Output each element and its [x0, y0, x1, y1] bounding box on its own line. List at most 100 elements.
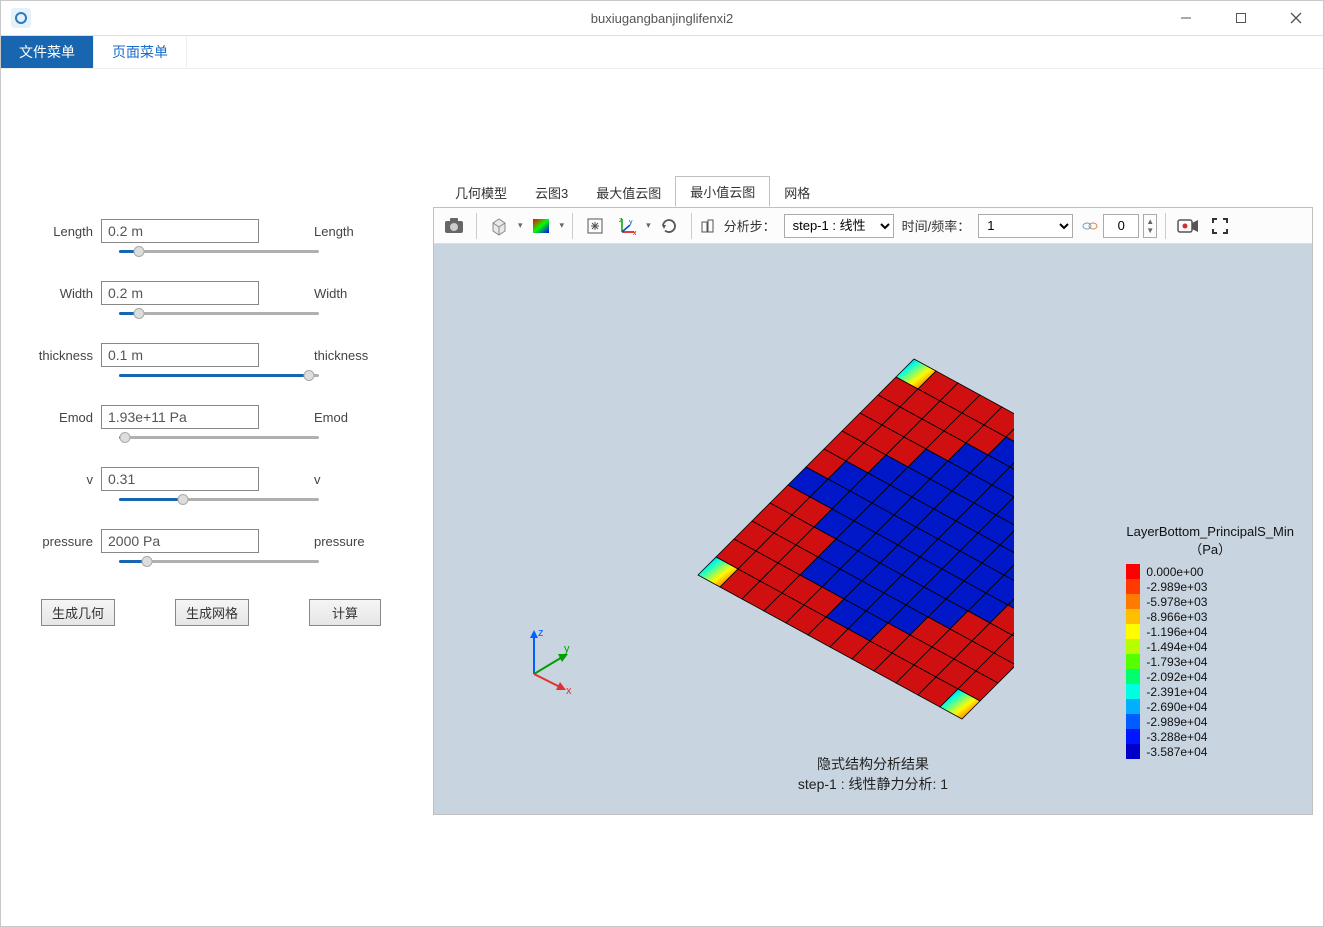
legend-swatch: [1126, 699, 1140, 714]
legend-value: -2.989e+03: [1146, 580, 1207, 594]
param-pressure-input[interactable]: [101, 529, 259, 553]
refresh-icon[interactable]: [655, 212, 683, 240]
param-pressure-slider[interactable]: [119, 555, 319, 569]
legend-value: -2.391e+04: [1146, 685, 1207, 699]
param-length-input[interactable]: [101, 219, 259, 243]
tab-max-contour[interactable]: 最大值云图: [582, 178, 675, 207]
time-freq-select[interactable]: 1: [978, 214, 1073, 238]
content-area: Length Length Width Width thickness thic…: [1, 69, 1323, 926]
frame-number-input[interactable]: [1103, 214, 1139, 238]
legend-swatch: [1126, 579, 1140, 594]
analysis-step-select[interactable]: step-1 : 线性: [784, 214, 894, 238]
result-caption-line2: step-1 : 线性静力分析: 1: [798, 774, 948, 794]
legend-value: -5.978e+03: [1146, 595, 1207, 609]
3d-viewport[interactable]: z y x 隐式结构分析结果 step-1 : 线性静力分析: 1: [434, 244, 1312, 814]
svg-text:z: z: [538, 627, 544, 639]
param-length-label: Length: [21, 224, 101, 239]
step-icon: [700, 218, 716, 234]
legend-row: -5.978e+03: [1126, 594, 1294, 609]
param-v-row: v v: [21, 467, 413, 491]
legend-swatch: [1126, 564, 1140, 579]
legend-row: -1.793e+04: [1126, 654, 1294, 669]
param-emod-label: Emod: [21, 410, 101, 425]
legend-swatch: [1126, 624, 1140, 639]
time-freq-label: 时间/频率：: [902, 216, 971, 235]
svg-text:y: y: [564, 643, 570, 655]
viewer-panel: 几何模型 云图3 最大值云图 最小值云图 网格 ▾: [433, 69, 1323, 926]
param-v-slider[interactable]: [119, 493, 319, 507]
minimize-button[interactable]: [1158, 1, 1213, 35]
compute-button[interactable]: 计算: [309, 599, 381, 626]
legend-row: -1.196e+04: [1126, 624, 1294, 639]
param-pressure-rlabel: pressure: [314, 534, 365, 549]
legend-value: 0.000e+00: [1146, 565, 1203, 579]
legend-title: LayerBottom_PrincipalS_Min （Pa）: [1126, 524, 1294, 558]
tab-cloud3[interactable]: 云图3: [521, 178, 582, 207]
menu-file[interactable]: 文件菜单: [1, 36, 94, 68]
param-v-input[interactable]: [101, 467, 259, 491]
result-caption: 隐式结构分析结果 step-1 : 线性静力分析: 1: [798, 754, 948, 794]
legend-swatch: [1126, 654, 1140, 669]
legend-row: -3.288e+04: [1126, 729, 1294, 744]
param-width-input[interactable]: [101, 281, 259, 305]
param-thickness-slider[interactable]: [119, 369, 319, 383]
legend-row: -2.092e+04: [1126, 669, 1294, 684]
menu-page[interactable]: 页面菜单: [94, 36, 187, 68]
svg-text:y: y: [629, 219, 633, 226]
screenshot-icon[interactable]: [440, 212, 468, 240]
svg-text:z: z: [619, 217, 623, 224]
param-thickness-input[interactable]: [101, 343, 259, 367]
param-emod-slider[interactable]: [119, 431, 319, 445]
legend-swatch: [1126, 714, 1140, 729]
tab-min-contour[interactable]: 最小值云图: [675, 176, 770, 207]
viewport-container: ▾ ▾ zxy ▾ 分析步：: [433, 207, 1313, 815]
param-emod-input[interactable]: [101, 405, 259, 429]
legend-swatch: [1126, 744, 1140, 759]
action-button-row: 生成几何 生成网格 计算: [21, 599, 413, 626]
param-pressure-label: pressure: [21, 534, 101, 549]
tab-mesh[interactable]: 网格: [770, 178, 824, 207]
legend-row: -1.494e+04: [1126, 639, 1294, 654]
legend-row: -2.391e+04: [1126, 684, 1294, 699]
legend-row: 0.000e+00: [1126, 564, 1294, 579]
titlebar: buxiugangbanjinglifenxi2: [1, 1, 1323, 36]
legend-value: -3.288e+04: [1146, 730, 1207, 744]
param-length-slider[interactable]: [119, 245, 319, 259]
maximize-button[interactable]: [1213, 1, 1268, 35]
legend-row: -2.989e+03: [1126, 579, 1294, 594]
generate-mesh-button[interactable]: 生成网格: [175, 599, 249, 626]
close-button[interactable]: [1268, 1, 1323, 35]
legend-row: -8.966e+03: [1126, 609, 1294, 624]
app-icon: [11, 8, 31, 28]
legend-value: -1.196e+04: [1146, 625, 1207, 639]
app-window: buxiugangbanjinglifenxi2 文件菜单 页面菜单 Lengt…: [0, 0, 1324, 927]
svg-text:x: x: [566, 685, 572, 694]
generate-geometry-button[interactable]: 生成几何: [41, 599, 115, 626]
fit-view-icon[interactable]: [581, 212, 609, 240]
legend-swatch: [1126, 729, 1140, 744]
view-cube-icon[interactable]: [485, 212, 513, 240]
tab-geometry[interactable]: 几何模型: [441, 178, 521, 207]
legend-swatch: [1126, 609, 1140, 624]
legend-value: -8.966e+03: [1146, 610, 1207, 624]
legend-value: -1.793e+04: [1146, 655, 1207, 669]
legend-value: -3.587e+04: [1146, 745, 1207, 759]
fullscreen-icon[interactable]: [1206, 212, 1234, 240]
legend-value: -2.989e+04: [1146, 715, 1207, 729]
param-width-slider[interactable]: [119, 307, 319, 321]
view-tabs: 几何模型 云图3 最大值云图 最小值云图 网格: [433, 179, 1313, 207]
param-v-label: v: [21, 472, 101, 487]
param-width-rlabel: Width: [314, 286, 347, 301]
colormap-icon[interactable]: [527, 212, 555, 240]
legend-swatch: [1126, 669, 1140, 684]
svg-text:x: x: [633, 230, 637, 236]
legend-swatch: [1126, 594, 1140, 609]
axis-gizmo: z y x: [514, 624, 584, 694]
param-length-rlabel: Length: [314, 224, 354, 239]
axes-toggle-icon[interactable]: z xy: [613, 212, 641, 240]
frame-stepper[interactable]: ▲▼: [1143, 214, 1157, 238]
link-icon[interactable]: [1081, 219, 1099, 233]
param-thickness-rlabel: thickness: [314, 348, 368, 363]
legend-value: -1.494e+04: [1146, 640, 1207, 654]
record-icon[interactable]: [1174, 212, 1202, 240]
